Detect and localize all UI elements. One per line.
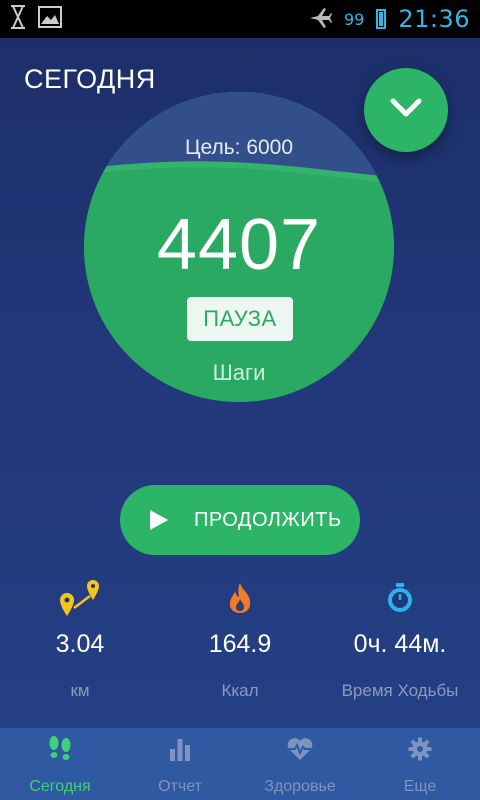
image-icon (38, 5, 62, 33)
continue-button[interactable]: ПРОДОЛЖИТЬ (120, 485, 360, 555)
gear-icon (408, 737, 432, 766)
hourglass-icon (10, 4, 26, 34)
bottom-navigation: Сегодня Отчет Здоровье Еще (0, 728, 480, 800)
stopwatch-icon (386, 582, 414, 619)
nav-label-report: Отчет (158, 778, 202, 795)
battery-percent: 99 (343, 9, 365, 29)
nav-item-report[interactable]: Отчет (120, 728, 240, 800)
walk-time-value: 0ч. 44м. (353, 630, 447, 658)
flame-icon (225, 581, 255, 620)
status-time: 21:36 (398, 5, 470, 33)
nav-label-today: Сегодня (29, 778, 91, 795)
battery-icon (376, 9, 387, 29)
status-bar: 99 21:36 (0, 0, 480, 38)
nav-label-more: Еще (403, 778, 437, 795)
continue-label: ПРОДОЛЖИТЬ (194, 508, 342, 531)
steps-goal: Цель: 6000 (184, 136, 294, 159)
bar-chart-icon (168, 737, 192, 766)
stat-distance: 3.04 км (0, 578, 160, 701)
page-title: СЕГОДНЯ (24, 64, 156, 94)
walk-time-unit: Время Ходьбы (341, 681, 459, 700)
nav-item-health[interactable]: Здоровье (240, 728, 360, 800)
airplane-mode-icon (308, 6, 332, 33)
heartbeat-icon (286, 737, 314, 766)
distance-value: 3.04 (55, 630, 105, 658)
footsteps-icon (47, 735, 73, 768)
nav-item-today[interactable]: Сегодня (0, 728, 120, 800)
distance-unit: км (70, 681, 90, 700)
nav-label-health: Здоровье (264, 778, 336, 795)
steps-unit-label: Шаги (212, 360, 266, 385)
calories-value: 164.9 (208, 630, 272, 658)
stat-calories: 164.9 Ккал (160, 580, 320, 701)
stat-walk-time: 0ч. 44м. Время Ходьбы (320, 580, 480, 701)
calories-unit: Ккал (221, 681, 259, 700)
pause-button[interactable]: ПАУЗА (187, 297, 293, 341)
steps-count: 4407 (156, 205, 322, 285)
play-icon (150, 510, 168, 530)
chevron-down-icon (389, 97, 423, 124)
distance-pins-icon (57, 578, 103, 623)
steps-progress-circle: Цель: 6000 4407 ПАУЗА Шаги (84, 92, 394, 402)
nav-item-more[interactable]: Еще (360, 728, 480, 800)
